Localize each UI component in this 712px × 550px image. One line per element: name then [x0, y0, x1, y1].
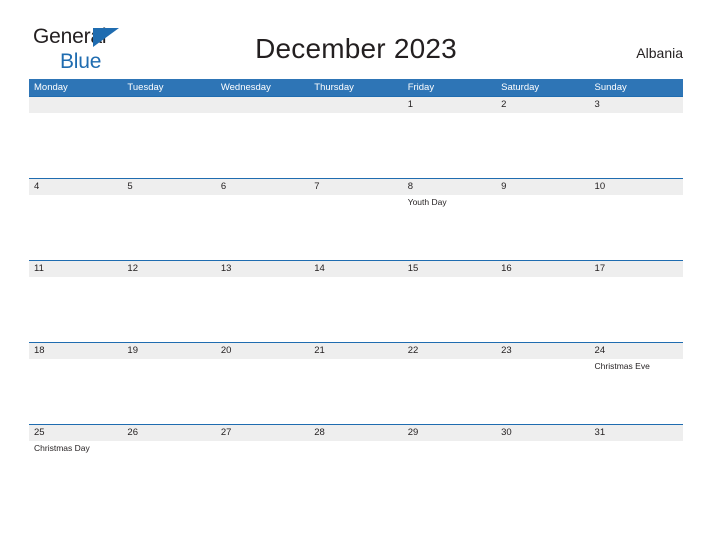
- date-number: 20: [220, 345, 232, 356]
- date-number: 26: [127, 427, 138, 438]
- day-cell[interactable]: 12: [122, 261, 216, 342]
- date-number: 15: [407, 263, 419, 274]
- weekday-header-row: Monday Tuesday Wednesday Thursday Friday…: [29, 79, 683, 96]
- date-number: 10: [594, 181, 606, 192]
- day-cell[interactable]: 21: [309, 343, 403, 424]
- day-cell[interactable]: 28: [309, 425, 403, 525]
- date-number: 9: [501, 181, 507, 192]
- day-cell[interactable]: 26: [122, 425, 216, 525]
- date-number: 31: [594, 427, 606, 438]
- day-cell[interactable]: 18: [29, 343, 123, 424]
- weekday-header-friday: Friday: [407, 82, 435, 93]
- date-number: 2: [501, 99, 507, 110]
- page-title: December 2023: [255, 33, 457, 64]
- day-cell[interactable]: 29: [402, 425, 497, 525]
- date-number: 30: [501, 427, 512, 438]
- weekday-header-wednesday: Wednesday: [220, 82, 271, 93]
- date-number: 12: [127, 263, 138, 274]
- date-number: 5: [127, 181, 133, 192]
- day-cell[interactable]: 23: [496, 343, 590, 424]
- calendar-week-row: 4 5 6 7 8 Youth Day 9 10: [29, 178, 683, 260]
- day-cell[interactable]: 25 Christmas Day: [29, 425, 123, 525]
- day-cell[interactable]: 15: [402, 261, 497, 342]
- date-number: 24: [594, 345, 606, 356]
- day-cell[interactable]: 10: [589, 179, 683, 260]
- date-number: 6: [220, 181, 227, 192]
- day-cell[interactable]: 9: [496, 179, 590, 260]
- day-cell[interactable]: 8 Youth Day: [402, 179, 497, 260]
- date-number: 11: [34, 263, 44, 274]
- day-cell[interactable]: 27: [215, 425, 310, 525]
- weekday-header-monday: Monday: [34, 82, 68, 93]
- day-cell[interactable]: 19: [122, 343, 216, 424]
- date-number: 17: [594, 263, 606, 274]
- day-cell[interactable]: 13: [215, 261, 310, 342]
- calendar-week-row: 18 19 20 21 22 23 24 Christmas Eve: [29, 342, 683, 424]
- calendar-week-row: 1 2 3: [29, 96, 683, 178]
- date-number: 25: [34, 427, 45, 438]
- day-cell[interactable]: 31: [589, 425, 683, 525]
- calendar-grid: Monday Tuesday Wednesday Thursday Friday…: [29, 79, 683, 525]
- day-cell[interactable]: 20: [215, 343, 310, 424]
- weekday-header-saturday: Saturday: [501, 82, 540, 93]
- date-number: 21: [314, 345, 325, 356]
- day-cell[interactable]: [309, 97, 403, 178]
- day-cell[interactable]: 11: [29, 261, 123, 342]
- day-cell[interactable]: 14: [309, 261, 403, 342]
- date-band: [309, 97, 403, 113]
- day-cell[interactable]: 4: [29, 179, 123, 260]
- day-cell[interactable]: [215, 97, 310, 178]
- date-number: 22: [407, 345, 419, 356]
- weekday-header-thursday: Thursday: [314, 82, 354, 93]
- page-header: General Blue December 2023 Albania: [0, 0, 712, 78]
- day-cell[interactable]: [122, 97, 216, 178]
- date-number: 13: [220, 263, 232, 274]
- date-number: 1: [407, 99, 413, 110]
- date-number: 27: [220, 427, 232, 438]
- weekday-header-sunday: Sunday: [594, 82, 627, 93]
- date-number: 29: [407, 427, 419, 438]
- event-label: Youth Day: [407, 197, 447, 207]
- day-cell[interactable]: 2: [496, 97, 590, 178]
- date-number: 4: [34, 181, 40, 192]
- date-number: 7: [314, 181, 320, 192]
- day-cell[interactable]: 17: [589, 261, 683, 342]
- day-cell[interactable]: 22: [402, 343, 497, 424]
- day-cell[interactable]: 30: [496, 425, 590, 525]
- date-number: 28: [314, 427, 325, 438]
- day-cell[interactable]: 24 Christmas Eve: [589, 343, 683, 424]
- event-label: Christmas Eve: [594, 361, 650, 371]
- day-cell[interactable]: 1: [402, 97, 497, 178]
- date-number: 18: [34, 345, 45, 356]
- weekday-header-tuesday: Tuesday: [127, 82, 164, 93]
- day-cell[interactable]: 16: [496, 261, 590, 342]
- event-label: Christmas Day: [34, 443, 90, 453]
- date-number: 16: [501, 263, 512, 274]
- date-band: [215, 97, 310, 113]
- day-cell[interactable]: 6: [215, 179, 310, 260]
- date-number: 19: [127, 345, 138, 356]
- day-cell[interactable]: 7: [309, 179, 403, 260]
- date-band: [29, 97, 123, 113]
- calendar-week-row: 25 Christmas Day 26 27 28 29 30 31: [29, 424, 683, 525]
- date-number: 8: [407, 181, 413, 192]
- country-label: Albania: [636, 45, 683, 61]
- date-number: 14: [314, 263, 325, 274]
- day-cell[interactable]: 3: [589, 97, 683, 178]
- date-number: 23: [501, 345, 512, 356]
- calendar-week-row: 11 12 13 14 15 16 17: [29, 260, 683, 342]
- date-band: [122, 97, 216, 113]
- date-number: 3: [594, 99, 600, 110]
- day-cell[interactable]: [29, 97, 123, 178]
- day-cell[interactable]: 5: [122, 179, 216, 260]
